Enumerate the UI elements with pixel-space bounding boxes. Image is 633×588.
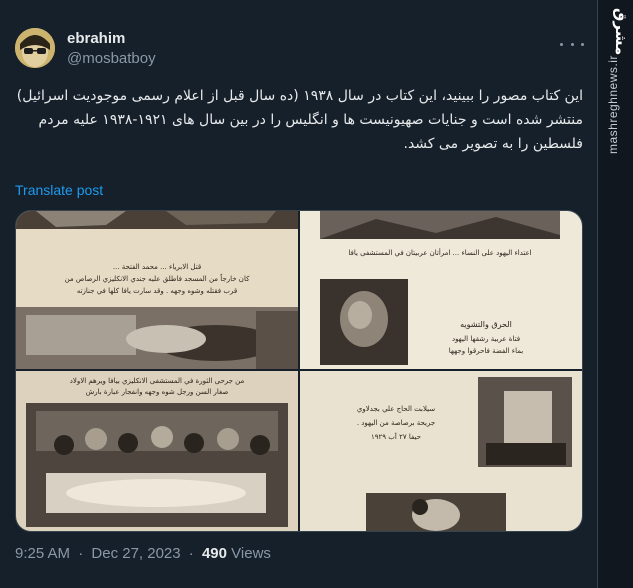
photo-4-caption: سيلابت الحاج علي بجدلاوي [357,405,435,413]
photo-2[interactable]: اعتداء اليهود على النساء ... امرأتان عرب… [300,211,582,369]
author-avatar[interactable] [15,28,55,68]
author-handle[interactable]: @mosbatboy [67,50,156,67]
meta-separator: · [188,545,194,562]
watermark-strip: مشرق mashreghnews.ir [598,0,633,588]
photo-1-caption: قتل الابرياء ... محمد الفتحة ... [113,263,201,271]
media-grid[interactable]: قتل الابرياء ... محمد الفتحة ... كان خار… [15,210,583,532]
author-name[interactable]: ebrahim [67,30,125,47]
tweet-text: این کتاب مصور را ببینید، این کتاب در سال… [16,88,583,152]
views-label: Views [231,545,271,562]
photo-3-caption: من جرحى الثورة في المستشفى الانكليزي بيا… [70,377,245,385]
translate-post-link[interactable]: Translate post [15,182,103,198]
watermark-logo: مشرق [612,8,630,56]
svg-text:قرب فقتله وشوه وجهه . وقد سارت: قرب فقتله وشوه وجهه . وقد سارت يافا كلها… [77,287,237,295]
more-icon[interactable] [560,34,584,54]
svg-text:جريحة برصاصة من اليهود .: جريحة برصاصة من اليهود . [357,419,435,427]
tweet-date[interactable]: Dec 27, 2023 [91,545,180,562]
photo-1[interactable]: قتل الابرياء ... محمد الفتحة ... كان خار… [16,211,298,369]
tweet-meta: 9:25 AM · Dec 27, 2023 · 490 Views [15,545,271,562]
svg-text:حيفا ٢٧ آب ١٩٢٩: حيفا ٢٧ آب ١٩٢٩ [371,432,421,441]
photo-3[interactable]: من جرحى الثورة في المستشفى الانكليزي بيا… [16,371,298,531]
photo-4[interactable]: سيلابت الحاج علي بجدلاوي جريحة برصاصة من… [300,371,582,531]
svg-text:الحرق والتشويه: الحرق والتشويه [460,320,512,329]
photo-2-caption: اعتداء اليهود على النساء ... امرأتان عرب… [348,248,531,257]
watermark-url: mashreghnews.ir [606,55,620,155]
tweet-time[interactable]: 9:25 AM [15,545,70,562]
svg-text:صغار السن ورجل شوه وجهه وانفجا: صغار السن ورجل شوه وجهه وانفجار عبارة با… [86,388,229,396]
avatar-image [15,28,55,68]
svg-text:كان خارجاً من المسجد فاطلق علي: كان خارجاً من المسجد فاطلق عليه جندي الا… [65,273,250,283]
views-count: 490 [201,545,227,562]
svg-text:فتاة عربية رشقها اليهود: فتاة عربية رشقها اليهود [452,335,520,343]
meta-separator: · [78,545,84,562]
svg-text:بماء الفضة فاحرقوا وجهها: بماء الفضة فاحرقوا وجهها [449,347,523,355]
